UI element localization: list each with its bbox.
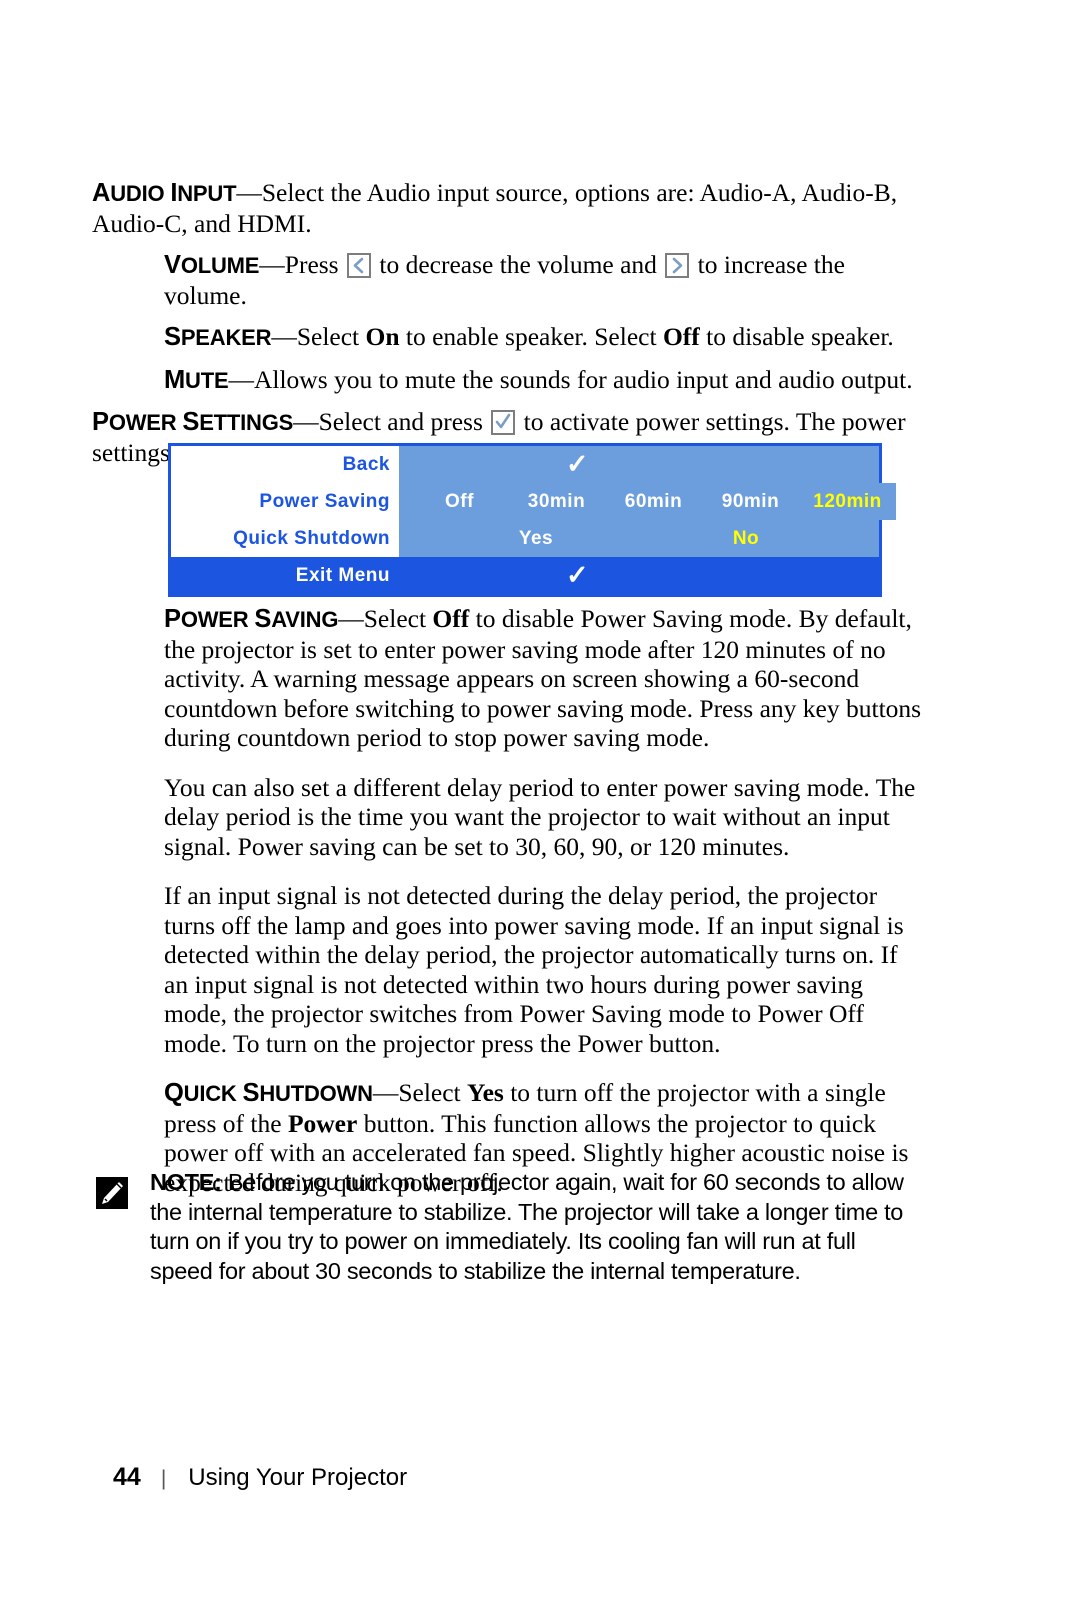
osd-values-back: ✓ [399, 446, 879, 483]
paragraph-mute: MUTE—Allows you to mute the sounds for a… [164, 365, 922, 396]
osd-row-exit-menu[interactable]: Exit Menu ✓ [171, 557, 879, 594]
volume-text-1: Press [284, 250, 345, 279]
runin-head-audio-input: AUDIO INPUT [92, 179, 237, 207]
paragraph-power-saving: POWER SAVING—Select Off to disable Power… [164, 604, 922, 753]
runin-head-volume: VOLUME [164, 251, 260, 279]
power-saving-bold-off: Off [432, 604, 470, 633]
paragraph-delay-period: You can also set a different delay perio… [164, 772, 916, 861]
runin-dash: — [228, 364, 254, 394]
runin-dash: — [236, 178, 262, 207]
osd-values-quick-shutdown: Yes No [399, 520, 879, 557]
power-saving-text-1: Select [363, 604, 433, 633]
volume-text-2: to decrease the volume and [372, 250, 664, 279]
osd-label-power-saving: Power Saving [171, 483, 399, 520]
enter-check-key-icon [491, 410, 516, 435]
quick-shutdown-text-1: Select [398, 1078, 467, 1107]
note-text: Before you turn on the projector again, … [150, 1169, 904, 1284]
runin-dash: — [259, 250, 285, 279]
osd-row-power-saving[interactable]: Power Saving Off 30min 60min 90min 120mi… [171, 483, 896, 520]
speaker-bold-off: Off [662, 322, 700, 351]
osd-label-quick-shutdown: Quick Shutdown [171, 520, 399, 557]
paragraph-audio-input: AUDIO INPUT—Select the Audio input sourc… [92, 178, 922, 238]
runin-dash: — [293, 407, 319, 436]
page-content: AUDIO INPUT—Select the Audio input sourc… [92, 178, 922, 477]
runin-head-power-saving: POWER SAVING [164, 605, 339, 633]
speaker-text-3: to disable speaker. [699, 322, 894, 351]
runin-head-power-settings: POWER SETTINGS [92, 408, 294, 436]
osd-option-90min[interactable]: 90min [702, 491, 799, 513]
left-arrow-key-icon [346, 253, 371, 278]
paragraph-signal-detection: If an input signal is not detected durin… [164, 881, 904, 1058]
osd-values-power-saving: Off 30min 60min 90min 120min [399, 483, 896, 520]
osd-label-back: Back [171, 446, 399, 483]
osd-row-back[interactable]: Back ✓ [171, 446, 879, 483]
note-pencil-icon [96, 1177, 128, 1209]
osd-check-exit-icon[interactable]: ✓ [566, 562, 589, 589]
osd-rows: Back ✓ Power Saving Off 30min 60min 90mi… [171, 446, 896, 557]
page-content-lower: POWER SAVING—Select Off to disable Power… [92, 604, 922, 1207]
note-label: NOTE: [150, 1169, 222, 1195]
note-text-container: NOTE: Before you turn on the projector a… [150, 1168, 924, 1286]
page-number: 44 [113, 1463, 141, 1491]
osd-option-120min[interactable]: 120min [799, 491, 896, 513]
osd-option-60min[interactable]: 60min [605, 491, 702, 513]
osd-check-back-icon[interactable]: ✓ [566, 451, 589, 478]
footer-separator: | [160, 1467, 167, 1490]
runin-head-quick-shutdown: QUICK SHUTDOWN [164, 1079, 373, 1107]
paragraph-volume: VOLUME—Press to decrease the volume and … [164, 250, 922, 310]
osd-row-quick-shutdown[interactable]: Quick Shutdown Yes No [171, 520, 879, 557]
osd-option-no[interactable]: No [661, 528, 831, 550]
power-settings-text-1: Select and press [318, 407, 490, 436]
right-arrow-key-icon [665, 253, 690, 278]
footer-section-title: Using Your Projector [188, 1464, 408, 1491]
note-block: NOTE: Before you turn on the projector a… [96, 1168, 924, 1286]
speaker-text-2: to enable speaker. Select [399, 322, 663, 351]
page-footer: 44 | Using Your Projector [113, 1463, 407, 1492]
mute-text: Allows you to mute the sounds for audio … [253, 364, 913, 394]
runin-head-mute: MUTE [164, 365, 229, 394]
document-page: AUDIO INPUT—Select the Audio input sourc… [0, 0, 1080, 1620]
speaker-text-1: Select [296, 322, 366, 351]
runin-dash: — [372, 1078, 399, 1107]
osd-label-exit-menu: Exit Menu [295, 564, 390, 586]
paragraph-speaker: SPEAKER—Select On to enable speaker. Sel… [164, 322, 922, 353]
runin-dash: — [338, 604, 364, 633]
osd-option-off[interactable]: Off [411, 491, 508, 513]
runin-head-speaker: SPEAKER [164, 323, 272, 351]
speaker-bold-on: On [365, 322, 400, 351]
runin-dash: — [271, 322, 297, 351]
osd-power-settings-menu: Back ✓ Power Saving Off 30min 60min 90mi… [168, 443, 896, 597]
quick-shutdown-bold-power: Power [287, 1108, 358, 1138]
osd-option-yes[interactable]: Yes [451, 528, 621, 550]
osd-option-30min[interactable]: 30min [508, 491, 605, 513]
quick-shutdown-bold-yes: Yes [467, 1078, 504, 1107]
